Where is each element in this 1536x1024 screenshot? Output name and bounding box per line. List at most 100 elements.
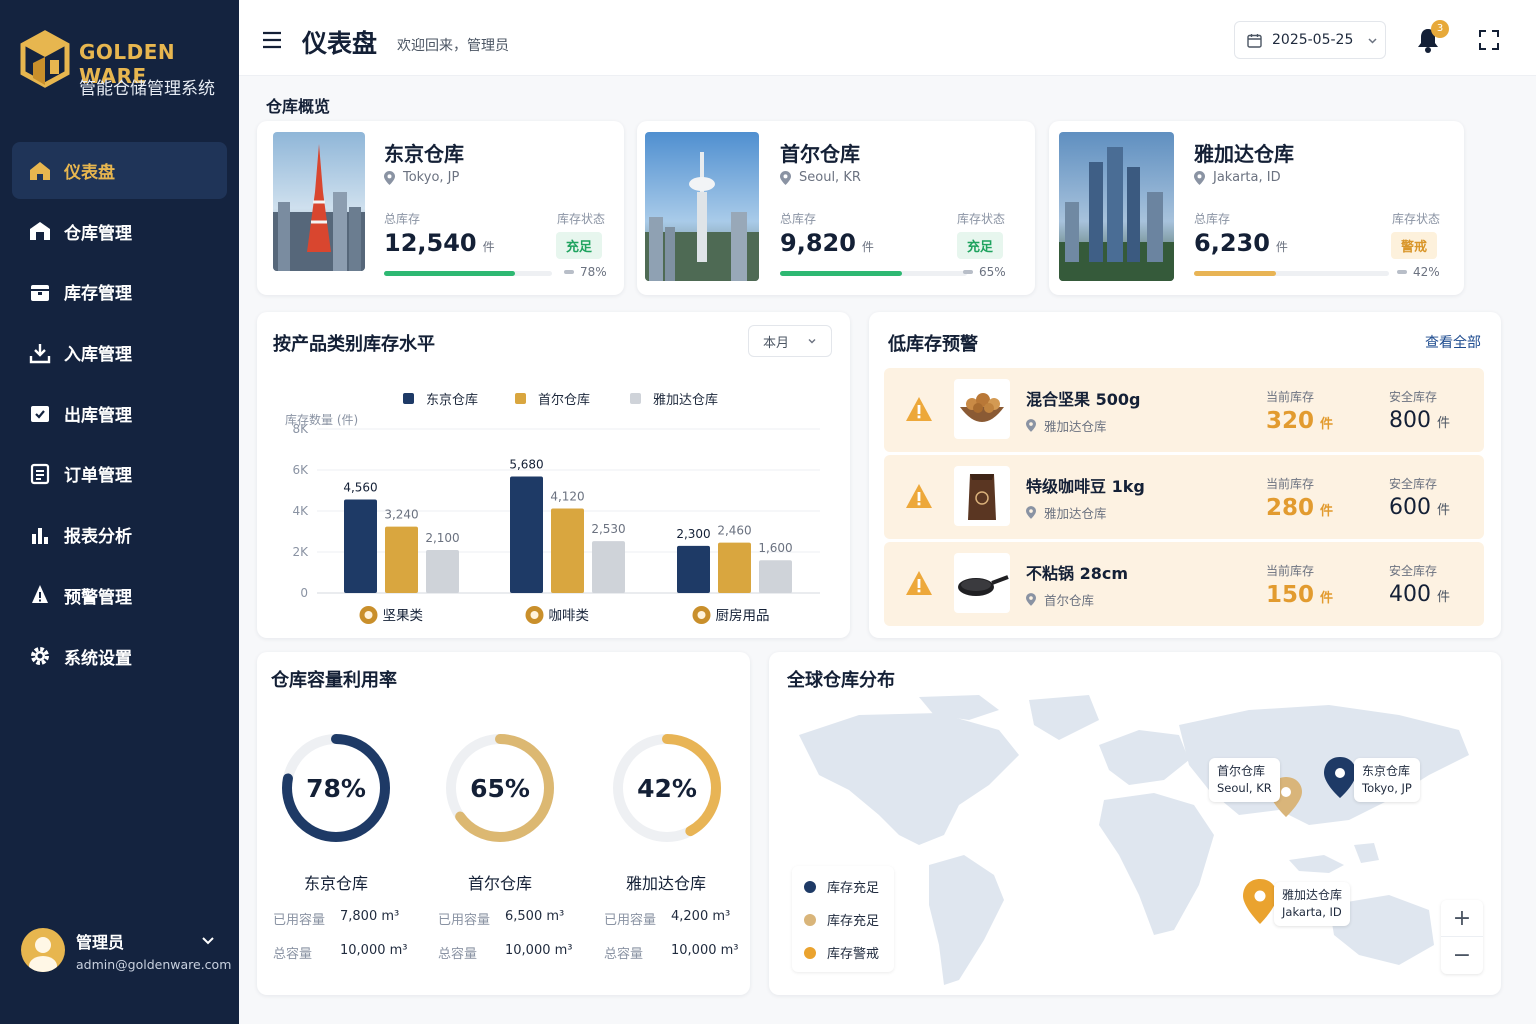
gauge-percent: 42% <box>637 774 697 803</box>
total-stock: 9,820 件 <box>780 229 874 257</box>
bar-value-label: 2,100 <box>425 531 459 545</box>
status-label: 库存状态 <box>1392 212 1441 226</box>
sidebar-item-orders[interactable]: 订单管理 <box>12 445 227 502</box>
legend-dot <box>804 946 816 959</box>
sidebar-item-label: 报表分析 <box>64 527 132 548</box>
unit: 件 <box>1275 240 1288 254</box>
view-all-link[interactable]: 查看全部 <box>1425 332 1481 352</box>
bar-value-label: 1,600 <box>758 541 792 555</box>
map-tooltip-seoul: 首尔仓库 Seoul, KR <box>1209 758 1280 802</box>
tokyo-photo <box>273 132 365 271</box>
current-value: 280 <box>1266 495 1315 521</box>
pct-marker <box>564 270 574 274</box>
bar-chart: 库存数量 (件) 0 2K 4K 6K 8K 4,560 3,240 2,100 坚果类 5,680… <box>285 412 820 624</box>
zoom-in-button[interactable]: + <box>1441 900 1483 937</box>
period-select[interactable]: 本月 <box>748 325 832 357</box>
low-stock-item[interactable]: 不粘锅 28cm 首尔仓库 当前库存 安全库存 150 件 400 件 <box>884 542 1484 626</box>
alert-bell-icon <box>27 583 52 608</box>
product-thumb-nuts <box>954 379 1010 439</box>
product-name: 特级咖啡豆 1kg <box>1026 477 1145 496</box>
unit: 件 <box>1320 417 1334 432</box>
hamburger-menu-icon[interactable] <box>262 31 282 49</box>
fullscreen-icon[interactable] <box>1479 30 1499 50</box>
sidebar-item-label: 出库管理 <box>64 405 132 426</box>
x-category-label: 坚果类 <box>383 608 424 624</box>
map-legend-item: 库存充足 <box>804 910 879 929</box>
sidebar-nav: 仪表盘 仓库管理 库存管理 入库管理 出库管理 订单管理 报表分析 预警管理 系… <box>12 142 227 688</box>
brand-subtitle: 管能仓储管理系统 <box>79 79 215 99</box>
total-label: 总库存 <box>384 212 421 226</box>
low-stock-item[interactable]: 特级咖啡豆 1kg 雅加达仓库 当前库存 安全库存 280 件 600 件 <box>884 455 1484 539</box>
utilization-fill <box>1194 271 1276 276</box>
product-thumb-coffee <box>954 466 1010 526</box>
warehouse-card-jakarta[interactable]: 雅加达仓库 Jakarta, ID 总库存 库存状态 6,230 件 警戒 42% <box>1049 121 1464 295</box>
total-label: 总容量 <box>604 947 644 962</box>
date-value: 2025-05-25 <box>1272 32 1354 48</box>
warehouse-card-seoul[interactable]: 首尔仓库 Seoul, KR 总库存 库存状态 9,820 件 充足 65% <box>637 121 1035 295</box>
order-list-icon <box>27 461 52 486</box>
warning-icon <box>906 397 932 421</box>
sidebar-item-inventory[interactable]: 库存管理 <box>12 263 227 320</box>
chevron-down-icon <box>1368 37 1377 44</box>
y-tick-label: 0 <box>300 586 308 600</box>
product-warehouse: 雅加达仓库 <box>1026 416 1107 435</box>
sidebar-item-settings[interactable]: 系统设置 <box>12 628 227 685</box>
bar <box>677 545 710 593</box>
total-value: 10,000 m³ <box>340 943 408 958</box>
safe-value: 400 <box>1389 582 1431 607</box>
product-name: 不粘锅 28cm <box>1026 564 1128 583</box>
gauge-label: 雅加达仓库 <box>625 874 706 893</box>
map-zoom-controls: + − <box>1441 900 1483 974</box>
date-picker[interactable]: 2025-05-25 <box>1234 21 1386 59</box>
sidebar-item-inbound[interactable]: 入库管理 <box>12 324 227 381</box>
safe-stock-label: 安全库存 <box>1389 477 1438 491</box>
legend-item-seoul[interactable]: 首尔仓库 <box>515 389 590 408</box>
bar-chart-icon <box>27 522 52 547</box>
user-email: admin@goldenware.com <box>76 957 232 972</box>
low-stock-item[interactable]: 混合坚果 500g 雅加达仓库 当前库存 安全库存 320 件 800 件 <box>884 368 1484 452</box>
bar <box>551 508 584 593</box>
bar-value-label: 2,300 <box>676 527 710 541</box>
user-profile[interactable]: 管理员 admin@goldenware.com <box>21 924 231 979</box>
current-value: 320 <box>1266 408 1315 434</box>
legend-label: 库存警戒 <box>827 947 880 962</box>
x-category-label: 咖啡类 <box>549 608 590 624</box>
total-label: 总容量 <box>273 947 313 962</box>
calendar-icon <box>1247 33 1262 48</box>
total-stock: 6,230 件 <box>1194 229 1288 257</box>
safe-stock-label: 安全库存 <box>1389 564 1438 578</box>
sidebar-item-warehouse[interactable]: 仓库管理 <box>12 203 227 260</box>
safe-stock: 600 件 <box>1389 495 1450 520</box>
coffee-cup-icon <box>525 606 544 624</box>
total-stock: 12,540 件 <box>384 229 495 257</box>
status-label: 库存状态 <box>557 212 606 226</box>
brand-logo[interactable]: GOLDEN WARE 管能仓储管理系统 <box>20 30 230 100</box>
gauge-label: 首尔仓库 <box>467 874 532 893</box>
sidebar-item-reports[interactable]: 报表分析 <box>12 506 227 563</box>
status-badge: 充足 <box>957 232 1004 259</box>
sidebar-item-outbound[interactable]: 出库管理 <box>12 385 227 442</box>
sidebar-item-alerts[interactable]: 预警管理 <box>12 567 227 624</box>
used-value: 4,200 m³ <box>671 909 731 924</box>
warehouse-card-tokyo[interactable]: 东京仓库 Tokyo, JP 总库存 库存状态 12,540 件 充足 78% <box>257 121 624 295</box>
sidebar-item-label: 仓库管理 <box>64 223 132 244</box>
used-label: 已用容量 <box>273 913 326 928</box>
location-text: Seoul, KR <box>799 170 861 185</box>
total-value: 9,820 <box>780 229 856 257</box>
utilization-fill <box>384 271 516 276</box>
utilization-pct: 78% <box>564 265 607 279</box>
legend-item-jakarta[interactable]: 雅加达仓库 <box>630 389 718 408</box>
jakarta-map-pin[interactable] <box>1243 879 1277 924</box>
unit: 件 <box>1437 503 1451 518</box>
current-stock-label: 当前库存 <box>1266 390 1315 404</box>
map-legend: 库存充足 库存充足 库存警戒 <box>792 866 894 972</box>
legend-item-tokyo[interactable]: 东京仓库 <box>403 389 478 408</box>
chevron-down-icon[interactable] <box>201 934 215 948</box>
warehouse-text: 雅加达仓库 <box>1044 419 1107 434</box>
y-tick-label: 2K <box>292 545 309 559</box>
status-badge: 警戒 <box>1391 232 1438 259</box>
used-label: 已用容量 <box>438 913 491 928</box>
sidebar-item-dashboard[interactable]: 仪表盘 <box>12 142 227 199</box>
zoom-out-button[interactable]: − <box>1441 937 1483 974</box>
tooltip-location: Jakarta, ID <box>1282 905 1342 919</box>
